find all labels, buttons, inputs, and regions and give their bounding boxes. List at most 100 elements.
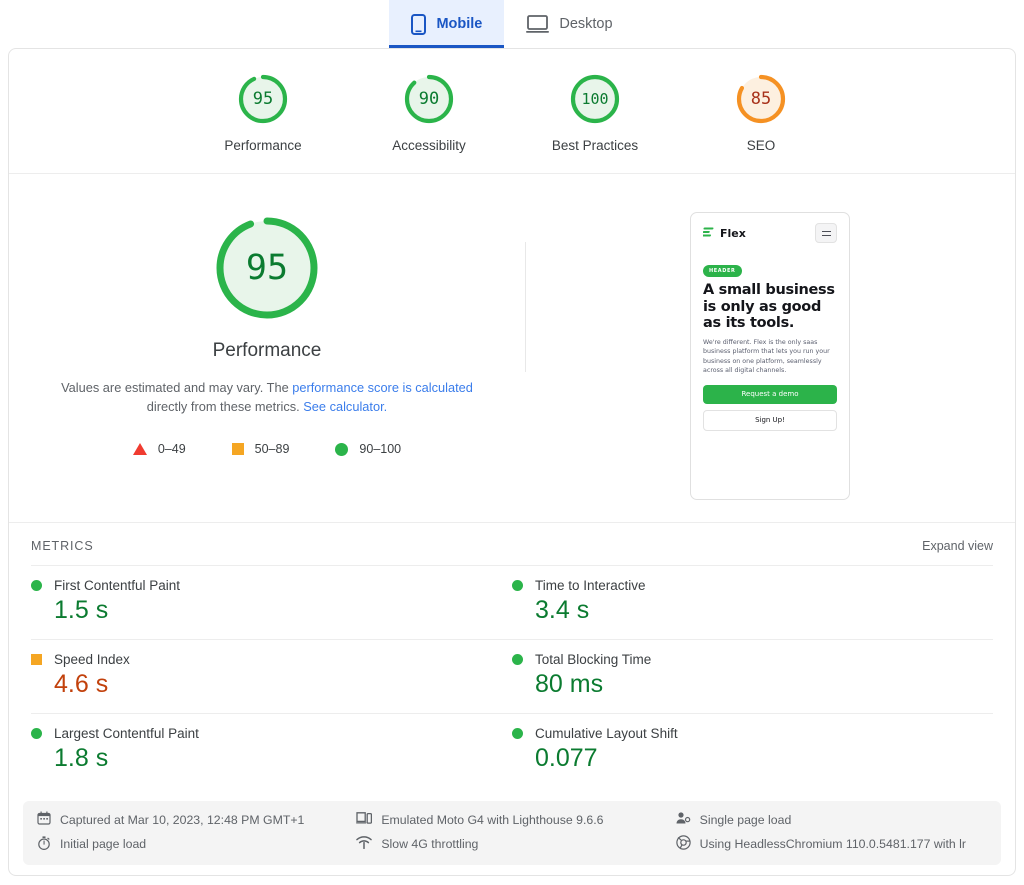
meta-user-agent: Using HeadlessChromium 110.0.5481.177 wi… [675,835,987,853]
metric-value: 0.077 [535,744,598,772]
see-calculator-link[interactable]: See calculator. [303,399,387,414]
meta-throttling: Slow 4G throttling [356,835,667,853]
tab-mobile[interactable]: Mobile [389,0,505,48]
meta-initial-page-load: Initial page load [37,835,348,853]
metric-time-to-interactive[interactable]: Time to Interactive 3.4 s [512,565,993,639]
metric-label: Time to Interactive [535,578,646,593]
metric-largest-contentful-paint[interactable]: Largest Contentful Paint 1.8 s [31,713,512,787]
expand-view-toggle[interactable]: Expand view [922,539,993,553]
gauge-best-practices-value: 100 [581,90,609,108]
gauge-performance-value: 95 [252,89,274,109]
wifi-icon [356,836,373,852]
section-divider [525,242,526,372]
score-best-practices-label: Best Practices [551,138,639,153]
meta-label: Single page load [699,812,792,827]
performance-score-value: 95 [245,248,289,288]
legend-label-pass: 90–100 [359,442,402,456]
score-seo[interactable]: 85 SEO [707,71,815,153]
status-circle-icon [31,580,42,591]
score-best-practices[interactable]: 100 Best Practices [541,71,649,153]
performance-title: Performance [212,340,322,361]
metric-value: 80 ms [535,670,604,698]
users-icon [676,811,691,828]
tab-desktop[interactable]: Desktop [504,0,634,48]
circle-icon [335,442,349,456]
metrics-header: METRICS Expand view [9,523,1015,565]
thumbnail-header: Flex [701,223,837,243]
metric-cumulative-layout-shift[interactable]: Cumulative Layout Shift 0.077 [512,713,993,787]
score-accessibility-label: Accessibility [392,138,466,153]
score-seo-label: SEO [746,138,776,153]
thumbnail-primary-cta: Request a demo [703,384,837,404]
metric-header: Total Blocking Time [512,652,993,667]
thumbnail-brand-label: Flex [720,226,746,240]
run-metadata-bar: Captured at Mar 10, 2023, 12:48 PM GMT+1… [23,801,1001,865]
status-square-icon [31,654,42,665]
legend-item-pass: 90–100 [335,442,401,456]
metric-label: Cumulative Layout Shift [535,726,678,741]
metrics-grid: First Contentful Paint 1.5 s Time to Int… [9,565,1015,787]
metric-first-contentful-paint[interactable]: First Contentful Paint 1.5 s [31,565,512,639]
thumbnail-headline: A small business is only as good as its … [703,282,835,331]
legend-item-fail: 0–49 [132,442,186,456]
metric-total-blocking-time[interactable]: Total Blocking Time 80 ms [512,639,993,713]
phone-icon [411,13,427,35]
thumbnail-badge: HEADER [703,265,742,277]
meta-label: Initial page load [60,837,147,851]
gauge-seo: 85 [733,71,789,127]
metric-value: 1.8 s [54,744,109,772]
status-circle-icon [512,728,523,739]
stopwatch-icon [37,835,51,853]
page-screenshot-thumbnail[interactable]: Flex HEADER A small business is only as … [690,212,850,500]
meta-label: Captured at Mar 10, 2023, 12:48 PM GMT+1 [60,812,305,827]
performance-description: Values are estimated and may vary. The p… [57,378,477,416]
gauge-seo-value: 85 [750,89,772,109]
metric-value: 4.6 s [54,670,109,698]
performance-score-link[interactable]: performance score is calculated [292,380,473,395]
device-icon [356,811,373,828]
gauge-accessibility: 90 [401,71,457,127]
meta-captured-at: Captured at Mar 10, 2023, 12:48 PM GMT+1 [37,811,348,828]
metric-header: Cumulative Layout Shift [512,726,993,741]
status-circle-icon [31,728,42,739]
meta-label: Slow 4G throttling [381,837,479,851]
metric-header: Largest Contentful Paint [31,726,512,741]
desc-text-2: directly from these metrics. [146,399,304,414]
meta-label: Using HeadlessChromium 110.0.5481.177 wi… [699,837,966,851]
gauge-best-practices: 100 [567,71,623,127]
score-accessibility[interactable]: 90 Accessibility [375,71,483,153]
metric-header: First Contentful Paint [31,578,512,593]
desc-text-1: Values are estimated and may vary. The [61,380,293,395]
flex-logo-icon [701,226,715,241]
tab-desktop-label: Desktop [559,16,613,32]
metric-header: Time to Interactive [512,578,993,593]
metric-label: Total Blocking Time [535,652,652,667]
lighthouse-report-card: 95 Performance 90 Accessibility 100 Best… [8,48,1016,876]
metric-label: First Contentful Paint [54,578,181,593]
metric-value: 3.4 s [535,596,590,624]
category-score-row: 95 Performance 90 Accessibility 100 Best… [9,49,1015,174]
meta-emulated-device: Emulated Moto G4 with Lighthouse 9.6.6 [356,811,667,828]
triangle-icon [132,443,147,455]
score-performance-label: Performance [224,138,302,153]
meta-page-load-type: Single page load [676,811,987,828]
thumbnail-brand: Flex [701,226,746,241]
chrome-icon [675,835,691,853]
performance-section: 95 Performance Values are estimated and … [9,174,1015,523]
tab-mobile-label: Mobile [436,16,483,32]
performance-summary: 95 Performance Values are estimated and … [9,210,525,500]
gauge-performance: 95 [235,71,291,127]
metrics-title: METRICS [31,539,94,553]
score-legend: 0–49 50–89 90–100 [132,442,401,456]
metric-value: 1.5 s [54,596,109,624]
score-performance[interactable]: 95 Performance [209,71,317,153]
status-circle-icon [512,580,523,591]
gauge-accessibility-value: 90 [418,89,440,109]
device-tab-bar: Mobile Desktop [0,0,1024,48]
legend-label-average: 50–89 [254,442,290,456]
hamburger-icon [815,223,837,243]
metric-label: Speed Index [54,652,130,667]
metric-speed-index[interactable]: Speed Index 4.6 s [31,639,512,713]
gauge-performance-large: 95 [209,210,325,326]
calendar-icon [37,811,51,828]
